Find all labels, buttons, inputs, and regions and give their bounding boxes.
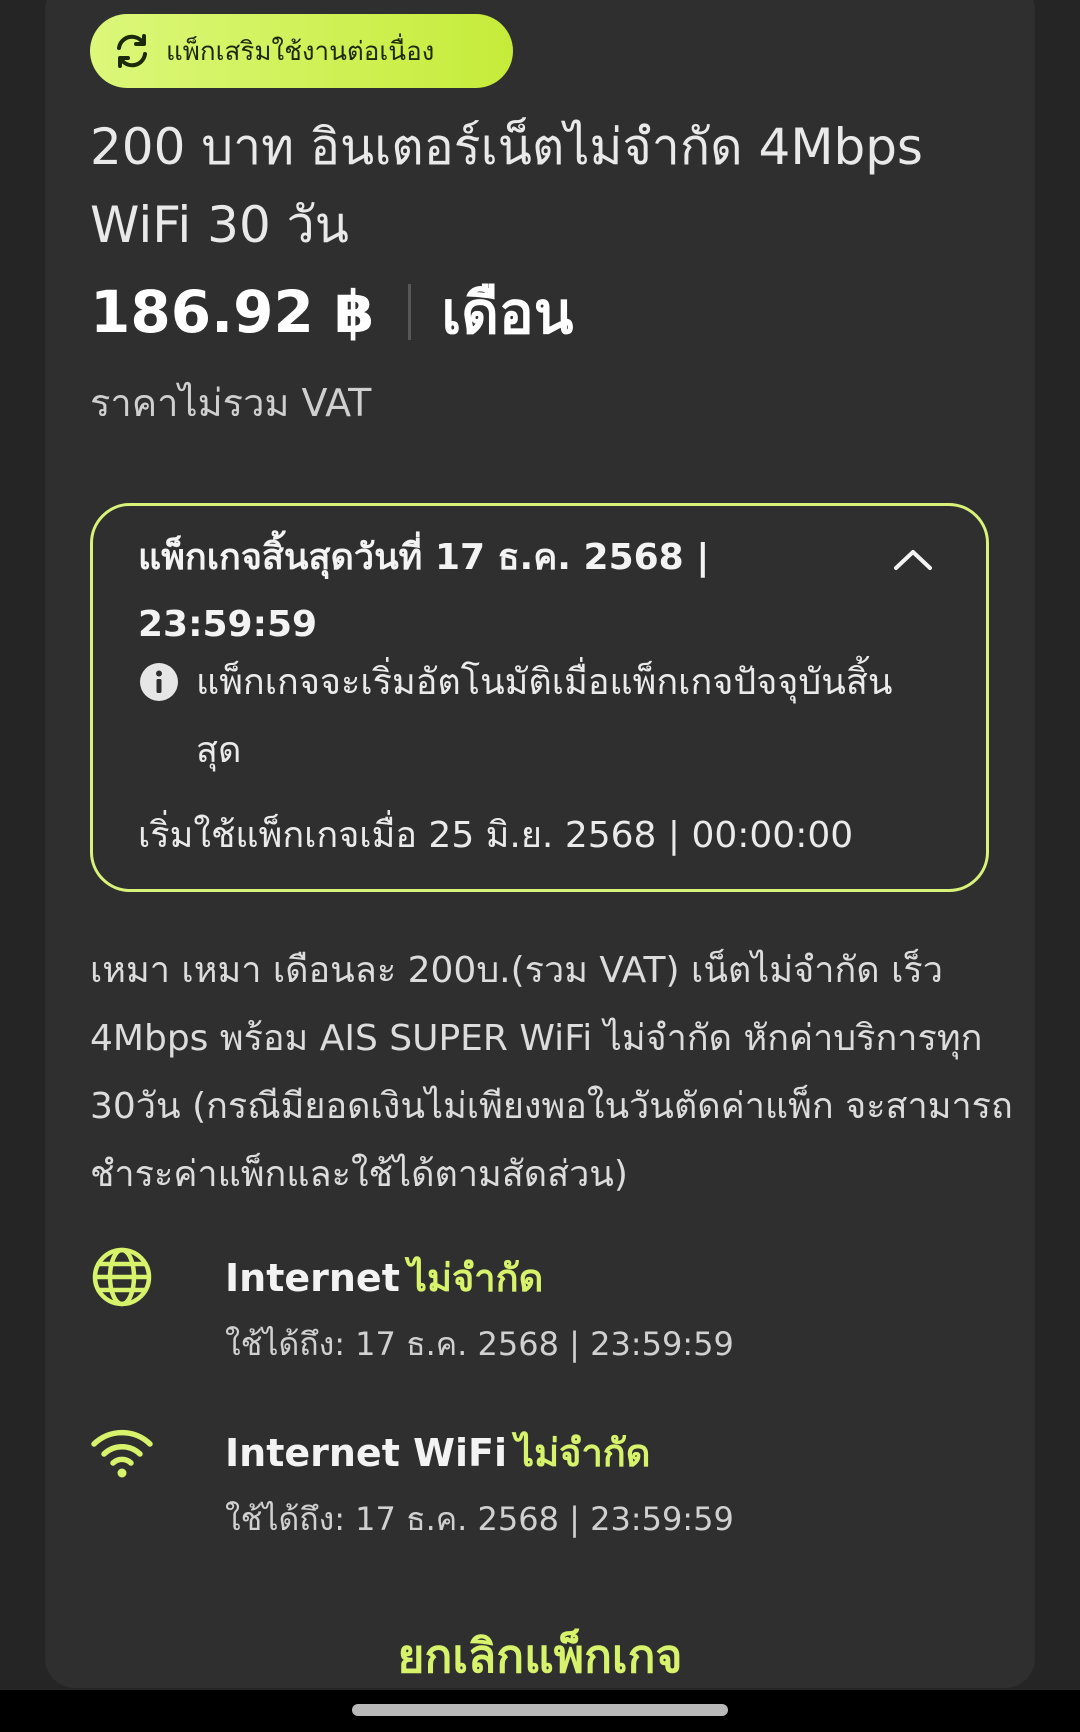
refresh-icon [117,34,147,68]
globe-icon [92,1247,152,1307]
package-schedule-box: แพ็กเกจสิ้นสุดวันที่ 17 ธ.ค. 2568 | 23:5… [90,503,989,892]
benefit-title: Internet ไม่จำกัด [225,1247,543,1308]
package-description: เหมา เหมา เดือนละ 200บ.(รวม VAT) เน็ตไม่… [90,950,1013,1195]
package-price: 186.92 ฿ [90,278,375,346]
package-expiry: แพ็กเกจสิ้นสุดวันที่ 17 ธ.ค. 2568 | 23:5… [138,537,710,645]
benefit-title: Internet WiFi ไม่จำกัด [225,1422,650,1483]
package-detail-card: แพ็กเสริมใช้งานต่อเนื่อง 200 บาท อินเตอร… [45,0,1035,1688]
screen: แพ็กเสริมใช้งานต่อเนื่อง 200 บาท อินเตอร… [0,0,1080,1732]
package-type-label: แพ็กเสริมใช้งานต่อเนื่อง [166,36,435,67]
benefit-quota: ไม่จำกัด [515,1431,651,1475]
package-title: 200 บาท อินเตอร์เน็ตไม่จำกัด 4Mbps WiFi … [90,118,923,254]
benefit-valid-until: ใช้ได้ถึง: 17 ธ.ค. 2568 | 23:59:59 [225,1325,734,1363]
wifi-icon [91,1429,153,1478]
price-divider [408,284,412,340]
package-start: เริ่มใช้แพ็กเกจเมื่อ 25 มิ.ย. 2568 | 00:… [138,815,854,856]
info-icon [140,663,178,701]
auto-renew-note: แพ็กเกจจะเริ่มอัตโนมัติเมื่อแพ็กเกจปัจจุ… [196,662,893,771]
benefit-quota: ไม่จำกัด [407,1256,544,1300]
chevron-up-icon[interactable] [892,546,934,572]
vat-note: ราคาไม่รวม VAT [90,381,372,425]
benefit-name: Internet [225,1256,400,1300]
home-indicator[interactable] [352,1704,728,1716]
benefit-name: Internet WiFi [225,1431,508,1475]
price-row: 186.92 ฿ เดือน [90,272,573,352]
price-period: เดือน [441,278,574,347]
benefit-valid-until: ใช้ได้ถึง: 17 ธ.ค. 2568 | 23:59:59 [225,1500,734,1538]
package-type-badge: แพ็กเสริมใช้งานต่อเนื่อง [90,14,513,88]
cancel-package-button[interactable]: ยกเลิกแพ็กเกจ [45,1620,1035,1688]
